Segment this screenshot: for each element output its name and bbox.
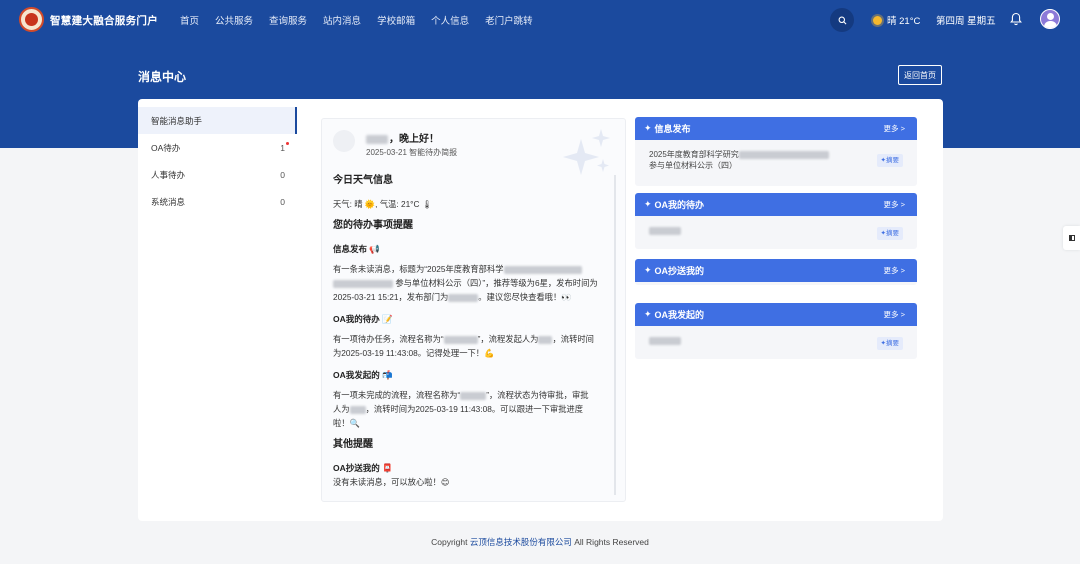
search-button[interactable]: [830, 8, 854, 32]
oa-todo-title: OA我的待办 📝: [333, 314, 393, 324]
more-link[interactable]: 更多 >: [884, 309, 905, 320]
widget-body: 2025年度教育部科学研究 参与单位材料公示（四） ✦摘要: [635, 140, 917, 186]
sidebar-item-label: 智能消息助手: [151, 115, 203, 126]
message-sidebar: 智能消息助手 OA待办 1 人事待办 0 系统消息 0: [138, 99, 297, 521]
page-title: 消息中心: [138, 70, 187, 84]
bell-icon[interactable]: [1010, 12, 1022, 26]
search-icon: [838, 16, 846, 24]
sparkle-icon: ✦: [644, 123, 652, 133]
reminder-section-title: 您的待办事项提醒: [333, 220, 413, 231]
sparkle-icon: ✦: [644, 309, 652, 319]
sidebar-item-smart-assistant[interactable]: 智能消息助手: [138, 107, 297, 134]
company-link[interactable]: 云顶信息技术股份有限公司: [470, 537, 572, 547]
other-section-title: 其他提醒: [333, 439, 373, 450]
sidebar-item-system-messages[interactable]: 系统消息 0: [138, 188, 297, 215]
more-link[interactable]: 更多 >: [884, 199, 905, 210]
weather-widget[interactable]: 晴 21°C: [873, 13, 920, 27]
nav-item-old-portal[interactable]: 老门户跳转: [485, 13, 533, 27]
week-indicator: 第四周 星期五: [936, 16, 996, 27]
sidebar-item-count: 0: [280, 196, 285, 207]
greeting: ，晚上好！: [366, 130, 439, 145]
widget-header: ✦ OA我发起的 更多 >: [635, 303, 917, 326]
unread-dot: [286, 142, 289, 145]
briefing-content: 今日天气信息 天气: 晴 🌞, 气温: 21°C 🌡 您的待办事项提醒 信息发布…: [333, 174, 615, 489]
widget-oa-todo: ✦ OA我的待办 更多 > ✦摘要: [635, 193, 917, 249]
sidebar-item-label: OA待办: [151, 142, 181, 153]
assistant-avatar: [333, 130, 355, 152]
nav-item-public-services[interactable]: 公共服务: [215, 13, 253, 27]
main-nav: 首页 公共服务 查询服务 站内消息 学校邮箱 个人信息 老门户跳转: [180, 13, 549, 27]
more-link[interactable]: 更多 >: [884, 265, 905, 276]
info-publish-text: 有一条未读消息，标题为“2025年度教育部科学 参与单位材料公示（四）”，推荐等…: [333, 264, 598, 302]
widget-oa-cc: ✦ OA抄送我的 更多 >: [635, 259, 917, 285]
nav-item-query-services[interactable]: 查询服务: [269, 13, 307, 27]
nav-item-school-mail[interactable]: 学校邮箱: [377, 13, 415, 27]
briefing-date: 2025-03-21 智能待办简报: [366, 148, 458, 157]
school-logo-icon[interactable]: [19, 7, 44, 32]
widget-header: ✦ 信息发布 更多 >: [635, 117, 917, 140]
info-publish-title: 信息发布 📢: [333, 244, 380, 254]
floating-side-toggle[interactable]: [1063, 226, 1080, 250]
user-avatar[interactable]: [1040, 9, 1060, 29]
weather-text: 晴 21°C: [887, 16, 921, 27]
footer: Copyright 云顶信息技术股份有限公司 All Rights Reserv…: [431, 537, 649, 547]
sparkle-icon: ✦: [644, 199, 652, 209]
sun-icon: [873, 15, 882, 25]
back-home-button[interactable]: 返回首页: [898, 65, 942, 85]
nav-item-site-messages[interactable]: 站内消息: [323, 13, 361, 27]
sidebar-item-label: 系统消息: [151, 196, 186, 207]
widget-body: [635, 282, 917, 285]
summary-badge[interactable]: ✦摘要: [876, 227, 903, 240]
sidebar-item-label: 人事待办: [151, 169, 186, 180]
oa-cc-text: 没有未读消息，可以放心啦！😊: [333, 477, 450, 487]
oa-cc-title: OA抄送我的 📮: [333, 463, 393, 473]
nav-item-home[interactable]: 首页: [180, 13, 199, 27]
sidebar-item-count: 0: [280, 169, 285, 180]
widget-body: ✦摘要: [635, 216, 917, 249]
panel-toggle-icon: [1068, 235, 1075, 241]
widget-header: ✦ OA我的待办 更多 >: [635, 193, 917, 216]
brand-title[interactable]: 智慧建大融合服务门户: [50, 13, 158, 28]
oa-initiated-text: 有一项未完成的流程，流程名称为“ ”，流程状态为待审批，审批 人为 ，流转时间为20…: [333, 390, 589, 428]
summary-badge[interactable]: ✦摘要: [876, 154, 903, 167]
summary-badge[interactable]: ✦摘要: [876, 337, 903, 350]
widget-oa-initiated: ✦ OA我发起的 更多 > ✦摘要: [635, 303, 917, 359]
nav-item-personal-info[interactable]: 个人信息: [431, 13, 469, 27]
list-item[interactable]: 2025年度教育部科学研究 参与单位材料公示（四） ✦摘要: [635, 140, 917, 179]
sparkle-icon: ✦: [644, 265, 652, 275]
widget-info-publish: ✦ 信息发布 更多 > 2025年度教育部科学研究 参与单位材料公示（四） ✦摘…: [635, 117, 917, 186]
redacted-name: [366, 134, 388, 144]
top-navbar: 智慧建大融合服务门户 首页 公共服务 查询服务 站内消息 学校邮箱 个人信息 老…: [0, 0, 1080, 40]
widget-header: ✦ OA抄送我的 更多 >: [635, 259, 917, 282]
weather-line: 天气: 晴 🌞, 气温: 21°C 🌡: [333, 199, 433, 209]
list-item[interactable]: ✦摘要: [635, 216, 917, 244]
sidebar-item-oa-todo[interactable]: OA待办 1: [138, 134, 297, 161]
widget-body: ✦摘要: [635, 326, 917, 359]
sidebar-item-count: 1: [280, 142, 285, 153]
smart-briefing-panel: ，晚上好！ 2025-03-21 智能待办简报 今日天气信息 天气: 晴 🌞, …: [321, 118, 626, 502]
oa-todo-text: 有一项待办任务，流程名称为“ ”，流程发起人为 ，流转时间 为2025-03-19 …: [333, 334, 594, 358]
oa-initiated-title: OA我发起的 📬: [333, 370, 393, 380]
more-link[interactable]: 更多 >: [884, 123, 905, 134]
weather-section-title: 今日天气信息: [333, 175, 393, 186]
sidebar-item-hr-todo[interactable]: 人事待办 0: [138, 161, 297, 188]
message-center-card: 智能消息助手 OA待办 1 人事待办 0 系统消息 0 ，晚上好！ 2025-0…: [138, 99, 943, 521]
list-item[interactable]: ✦摘要: [635, 326, 917, 354]
